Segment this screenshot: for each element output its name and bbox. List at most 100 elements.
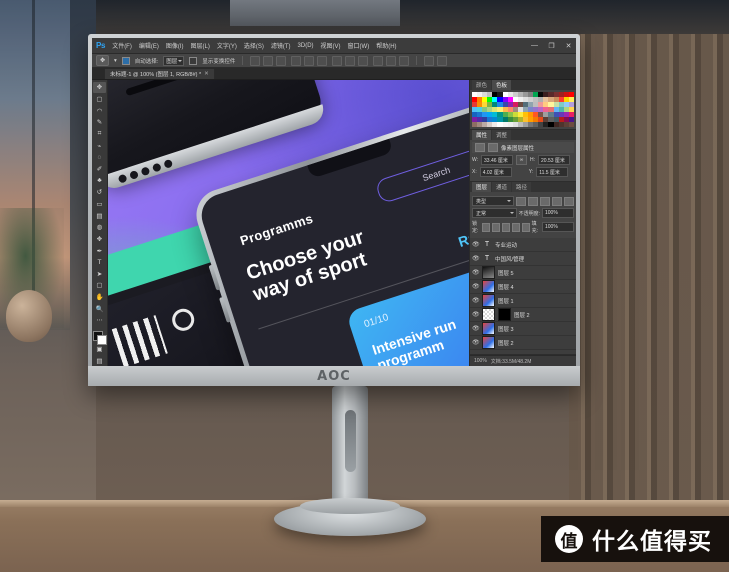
close-icon[interactable]: ✕ [564, 42, 573, 50]
dist-top-icon[interactable] [373, 56, 383, 66]
align-middle-icon[interactable] [304, 56, 314, 66]
path-select-tool[interactable]: ➤ [93, 269, 106, 280]
history-brush-tool[interactable]: ↺ [93, 187, 106, 198]
pen-tool[interactable]: ✒ [93, 245, 106, 256]
layers-panel-tabs[interactable]: 图层 通道 路径 [470, 182, 576, 192]
move-tool-icon[interactable]: ✥ [96, 55, 109, 66]
layer-row[interactable]: 👁 T 专业运动 [470, 238, 576, 252]
layer-list[interactable]: 👁 T 专业运动 👁 T 中国风/管理 👁 图层 5 👁 图层 4 👁 图层 1 👁 图层 2 👁 图层 3 👁… [470, 238, 576, 354]
layer-visibility-icon[interactable]: 👁 [472, 269, 479, 276]
color-swatches[interactable] [93, 331, 106, 342]
layer-visibility-icon[interactable]: 👁 [472, 311, 479, 318]
menu-item-select[interactable]: 选择(S) [244, 41, 264, 50]
blend-mode-select[interactable]: 正常 [472, 208, 517, 218]
link-icon[interactable]: ∞ [516, 155, 527, 165]
tab-channels[interactable]: 通道 [492, 182, 511, 192]
distribute-vertical-buttons[interactable] [373, 56, 409, 66]
window-controls[interactable]: — ❐ ✕ [530, 38, 573, 53]
menu-item-layer[interactable]: 图层(L) [191, 41, 210, 50]
clone-stamp-tool[interactable]: ♣ [93, 175, 106, 186]
menu-item-filter[interactable]: 滤镜(T) [271, 41, 291, 50]
menu-item-window[interactable]: 窗口(W) [348, 41, 370, 50]
width-input[interactable]: 33.46 厘米 [481, 155, 513, 165]
menu-item-view[interactable]: 视图(V) [321, 41, 341, 50]
layer-row[interactable]: 👁 图层 2 [470, 308, 576, 322]
brush-tool[interactable]: ✐ [93, 164, 106, 175]
align-right-icon[interactable] [276, 56, 286, 66]
fill-input[interactable]: 100% [542, 222, 574, 232]
marquee-tool[interactable]: ▢ [93, 94, 106, 105]
lock-transparent-icon[interactable] [482, 223, 490, 232]
layer-thumbnail[interactable] [482, 280, 495, 293]
lock-all-icon[interactable] [522, 223, 530, 232]
tab-swatches[interactable]: 色板 [492, 80, 511, 90]
layer-visibility-icon[interactable]: 👁 [472, 297, 479, 304]
align-bottom-icon[interactable] [317, 56, 327, 66]
layer-row[interactable]: 👁 图层 3 [470, 322, 576, 336]
tab-color[interactable]: 颜色 [472, 80, 491, 90]
rectangle-tool[interactable]: ▢ [93, 280, 106, 291]
layer-row[interactable]: 👁 图层 2 [470, 336, 576, 350]
align-center-h-icon[interactable] [263, 56, 273, 66]
lasso-tool[interactable]: ◠ [93, 105, 106, 116]
menu-item-3d[interactable]: 3D(D) [298, 43, 314, 49]
minimize-icon[interactable]: — [530, 42, 539, 49]
layer-thumbnail[interactable] [482, 336, 495, 349]
quick-mask-toggle[interactable]: ▣ [93, 344, 106, 355]
align-buttons[interactable] [250, 56, 286, 66]
gradient-tool[interactable]: ▤ [93, 210, 106, 221]
layer-row[interactable]: 👁 图层 5 [470, 266, 576, 280]
tab-properties[interactable]: 属性 [472, 130, 491, 140]
auto-select-checkbox[interactable] [122, 57, 130, 65]
auto-select-dropdown[interactable]: 图层 [163, 56, 184, 66]
blur-tool[interactable]: ◍ [93, 222, 106, 233]
menu-item-edit[interactable]: 编辑(E) [139, 41, 159, 50]
menu-item-help[interactable]: 帮助(H) [376, 41, 396, 50]
layer-mask-thumbnail[interactable] [498, 308, 511, 321]
type-tool[interactable]: T [93, 257, 106, 268]
menu-item-image[interactable]: 图像(I) [166, 41, 184, 50]
hand-tool[interactable]: ✋ [93, 292, 106, 303]
document-tab[interactable]: 未标题-1 @ 100% (图层 1, RGB/8#) * ✕ [104, 68, 215, 79]
arrange-documents-icon[interactable] [424, 56, 434, 66]
align-left-icon[interactable] [250, 56, 260, 66]
layer-row[interactable]: 👁 图层 1 [470, 294, 576, 308]
show-transform-checkbox[interactable] [189, 57, 197, 65]
dist-middle-icon[interactable] [386, 56, 396, 66]
move-tool[interactable]: ✥ [93, 82, 106, 93]
healing-brush-tool[interactable]: ◌ [93, 152, 106, 163]
filter-type-icon[interactable] [540, 197, 550, 206]
layer-row[interactable]: 👁 T 中国风/管理 [470, 252, 576, 266]
lock-image-icon[interactable] [492, 223, 500, 232]
menu-item-file[interactable]: 文件(F) [112, 41, 132, 50]
eraser-tool[interactable]: ▭ [93, 199, 106, 210]
app-program-card[interactable]: 01/10 Intensive run programm [346, 255, 469, 366]
swatches-grid[interactable] [472, 92, 574, 127]
menu-bar[interactable]: 文件(F) 编辑(E) 图像(I) 图层(L) 文字(Y) 选择(S) 滤镜(T… [112, 41, 396, 50]
layer-row[interactable]: 👁 图层 4 [470, 280, 576, 294]
layer-filter-select[interactable]: 类型 [472, 196, 514, 206]
layer-thumbnail[interactable] [482, 266, 495, 279]
x-input[interactable]: 4.02 厘米 [480, 167, 512, 177]
screen-mode-toggle[interactable]: ▤ [93, 355, 106, 366]
color-panel-tabs[interactable]: 颜色 色板 [470, 80, 576, 90]
app-category-running[interactable]: Running [456, 217, 469, 250]
quick-select-tool[interactable]: ✎ [93, 117, 106, 128]
more-tools[interactable]: ⋯ [93, 315, 106, 326]
layer-visibility-icon[interactable]: 👁 [472, 325, 479, 332]
filter-pixel-icon[interactable] [516, 197, 526, 206]
color-swatch[interactable] [569, 122, 574, 127]
distribute-buttons[interactable] [332, 56, 368, 66]
tab-adjustments[interactable]: 调整 [492, 130, 511, 140]
swatches-grid-body[interactable] [470, 90, 576, 129]
app-search-field[interactable]: Search [375, 144, 469, 205]
filter-smart-icon[interactable] [564, 197, 574, 206]
menu-item-type[interactable]: 文字(Y) [217, 41, 237, 50]
eyedropper-tool[interactable]: ⌁ [93, 140, 106, 151]
lock-artboard-icon[interactable] [512, 223, 520, 232]
layer-thumbnail[interactable] [482, 308, 495, 321]
canvas-area[interactable]: Programms Search Choose your way of spor… [108, 80, 469, 366]
properties-panel-tabs[interactable]: 属性 调整 [470, 130, 576, 140]
align-vertical-buttons[interactable] [291, 56, 327, 66]
dist-center-icon[interactable] [345, 56, 355, 66]
